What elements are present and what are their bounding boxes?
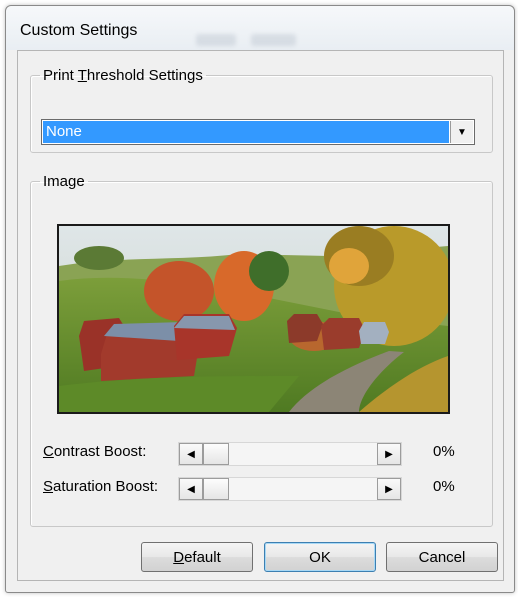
- contrast-boost-value: 0%: [433, 443, 455, 460]
- scroll-left-icon[interactable]: ◀: [179, 443, 203, 465]
- saturation-boost-label: Saturation Boost:: [43, 478, 159, 495]
- image-group: Image Contrast Boost: ◀ ▶ 0% Saturation …: [30, 173, 493, 527]
- dropdown-arrow-icon[interactable]: ▼: [450, 121, 473, 143]
- saturation-boost-value: 0%: [433, 478, 455, 495]
- window-title: Custom Settings: [20, 22, 138, 39]
- scroll-left-icon[interactable]: ◀: [179, 478, 203, 500]
- slider-thumb[interactable]: [203, 478, 229, 500]
- image-legend: Image: [43, 173, 85, 190]
- title-bar[interactable]: Custom Settings: [6, 6, 514, 50]
- settings-panel: Print Threshold Settings None ▼ Image Co…: [17, 50, 504, 581]
- default-button[interactable]: Default: [141, 542, 253, 572]
- saturation-boost-slider[interactable]: ◀ ▶: [178, 477, 402, 501]
- scroll-right-icon[interactable]: ▶: [377, 443, 401, 465]
- contrast-boost-label: Contrast Boost:: [43, 443, 147, 460]
- print-threshold-legend: Print Threshold Settings: [43, 67, 203, 84]
- custom-settings-dialog: Custom Settings Print Threshold Settings…: [5, 5, 515, 593]
- scroll-right-icon[interactable]: ▶: [377, 478, 401, 500]
- background-blur: [251, 34, 296, 46]
- contrast-boost-slider[interactable]: ◀ ▶: [178, 442, 402, 466]
- preview-image: [57, 224, 450, 414]
- print-threshold-group: Print Threshold Settings None ▼: [30, 67, 493, 153]
- print-threshold-selected-value: None: [43, 121, 449, 143]
- background-blur: [196, 34, 236, 46]
- cancel-button[interactable]: Cancel: [386, 542, 498, 572]
- print-threshold-select[interactable]: None ▼: [41, 119, 475, 145]
- ok-button[interactable]: OK: [264, 542, 376, 572]
- slider-thumb[interactable]: [203, 443, 229, 465]
